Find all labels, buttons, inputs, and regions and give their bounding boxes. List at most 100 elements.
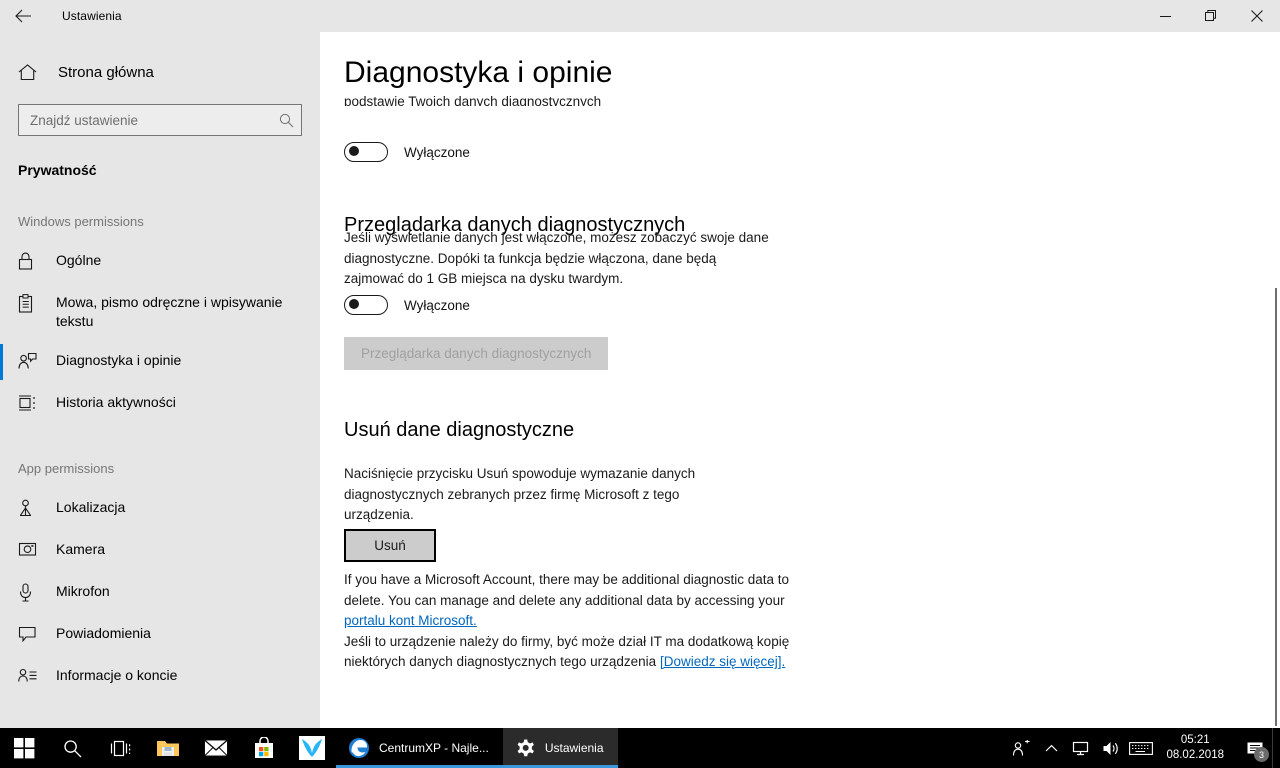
microphone-icon bbox=[18, 582, 42, 602]
account-info-icon bbox=[18, 666, 42, 684]
restore-button[interactable] bbox=[1188, 0, 1234, 32]
taskbar-task-centrumxp[interactable]: CentrumXP - Najle... bbox=[336, 728, 503, 768]
mail-icon bbox=[204, 739, 228, 757]
clipped-setting-description: podstawie Twoich danych diagnostycznych bbox=[344, 94, 602, 106]
window-controls bbox=[1142, 0, 1280, 32]
action-center-button[interactable]: 3 bbox=[1238, 728, 1272, 768]
store-icon bbox=[255, 737, 273, 758]
back-arrow-icon bbox=[14, 9, 31, 23]
sidebar-item-label: Ogólne bbox=[56, 252, 102, 268]
tailored-experiences-toggle[interactable] bbox=[344, 142, 388, 162]
volume-icon bbox=[1103, 741, 1118, 755]
chevron-up-icon bbox=[1045, 744, 1058, 751]
sidebar-group-header-app-permissions: App permissions bbox=[18, 461, 115, 476]
restore-icon bbox=[1205, 10, 1216, 21]
sidebar-item-label: Lokalizacja bbox=[56, 499, 126, 515]
start-button[interactable] bbox=[0, 728, 48, 768]
camera-icon bbox=[18, 540, 42, 557]
clock-time: 05:21 bbox=[1180, 734, 1210, 746]
clipboard-icon bbox=[18, 293, 42, 313]
gear-icon bbox=[517, 739, 534, 756]
learn-more-link[interactable]: [Dowiedz się więcej]. bbox=[660, 654, 785, 669]
network-monitor-icon bbox=[1072, 741, 1089, 755]
vivaldi-icon bbox=[299, 736, 325, 760]
sidebar-item-historia-aktywnosci[interactable]: Historia aktywności bbox=[0, 383, 320, 425]
microsoft-store-button[interactable] bbox=[240, 728, 288, 768]
file-explorer-icon bbox=[157, 741, 179, 756]
close-button[interactable] bbox=[1234, 0, 1280, 32]
sidebar-nav-app-permissions: Lokalizacja Kamera Mikrofon Powiadomieni… bbox=[0, 488, 320, 698]
page-title: Diagnostyka i opinie bbox=[344, 54, 633, 92]
file-explorer-button[interactable] bbox=[144, 728, 192, 768]
minimize-button[interactable] bbox=[1142, 0, 1188, 32]
keyboard-button[interactable] bbox=[1126, 728, 1156, 768]
sidebar-item-label: Powiadomienia bbox=[56, 625, 151, 641]
search-icon bbox=[63, 739, 81, 757]
sidebar-item-mowa-pismo-wpisywanie[interactable]: Mowa, pismo odręczne i wpisywanie tekstu bbox=[0, 283, 320, 341]
network-button[interactable] bbox=[1066, 728, 1096, 768]
volume-button[interactable] bbox=[1096, 728, 1126, 768]
people-button[interactable] bbox=[1006, 728, 1036, 768]
delete-data-description: Naciśnięcie przycisku Usuń spowoduje wym… bbox=[344, 466, 696, 522]
sidebar-nav-windows-permissions: Ogólne Mowa, pismo odręczne i wpisywanie… bbox=[0, 241, 320, 425]
sidebar-item-powiadomienia[interactable]: Powiadomienia bbox=[0, 614, 320, 656]
sidebar-item-home[interactable]: Strona główna bbox=[0, 52, 320, 92]
task-label: Ustawienia bbox=[544, 741, 604, 755]
minimize-icon bbox=[1159, 15, 1171, 17]
toggle-knob bbox=[349, 146, 359, 157]
open-diagnostic-data-viewer-button[interactable]: Przeglądarka danych diagnostycznych bbox=[344, 337, 609, 370]
sidebar-item-diagnostyka-i-opinie[interactable]: Diagnostyka i opinie bbox=[0, 341, 320, 383]
task-view-icon bbox=[110, 740, 130, 756]
data-viewer-button-wrap: Przeglądarka danych diagnostycznych bbox=[344, 337, 609, 370]
sidebar-item-mikrofon[interactable]: Mikrofon bbox=[0, 572, 320, 614]
taskbar: CentrumXP - Najle... Ustawienia 05:21 08… bbox=[0, 728, 1280, 768]
window-title: Ustawienia bbox=[62, 9, 122, 23]
microsoft-account-portal-link[interactable]: portalu kont Microsoft. bbox=[344, 613, 477, 628]
people-icon bbox=[1012, 739, 1030, 756]
taskbar-task-ustawienia[interactable]: Ustawienia bbox=[502, 728, 618, 768]
sidebar-item-label: Mowa, pismo odręczne i wpisywanie tekstu bbox=[56, 294, 283, 329]
toggle-state-label: Wyłączone bbox=[404, 144, 470, 160]
sidebar-category-title: Prywatność bbox=[18, 162, 97, 178]
delete-data-heading: Usuń dane diagnostyczne bbox=[344, 419, 575, 441]
settings-scroll-area: podstawie Twoich danych diagnostycznych … bbox=[320, 32, 1280, 728]
sidebar-home-label: Strona główna bbox=[58, 63, 154, 81]
task-view-button[interactable] bbox=[96, 728, 144, 768]
task-label: CentrumXP - Najle... bbox=[379, 741, 489, 755]
sidebar-item-kamera[interactable]: Kamera bbox=[0, 530, 320, 572]
sidebar-item-label: Kamera bbox=[56, 541, 106, 557]
system-tray: 05:21 08.02.2018 3 bbox=[1006, 728, 1280, 768]
sidebar-item-label: Informacje o koncie bbox=[56, 667, 178, 683]
delete-diagnostic-data-button[interactable]: Usuń bbox=[344, 529, 436, 562]
lock-icon bbox=[18, 251, 42, 270]
title-bar: Ustawienia bbox=[0, 0, 1280, 32]
search-icon[interactable] bbox=[271, 113, 301, 128]
vivaldi-button[interactable] bbox=[288, 728, 336, 768]
keyboard-icon bbox=[1129, 741, 1154, 755]
delete-button-wrap: Usuń bbox=[344, 529, 436, 562]
taskbar-search-button[interactable] bbox=[48, 728, 96, 768]
search-box[interactable] bbox=[18, 104, 302, 136]
settings-window: Ustawienia Strona główna Znajdź ustawien… bbox=[0, 0, 1280, 768]
main-content: podstawie Twoich danych diagnostycznych … bbox=[320, 32, 1280, 728]
feedback-person-icon bbox=[18, 351, 42, 370]
search-input[interactable] bbox=[19, 112, 271, 128]
sidebar-item-lokalizacja[interactable]: Lokalizacja bbox=[0, 488, 320, 530]
clock[interactable]: 05:21 08.02.2018 bbox=[1156, 733, 1238, 763]
sidebar-item-informacje-o-koncie[interactable]: Informacje o koncie bbox=[0, 656, 320, 698]
toggle-knob bbox=[349, 299, 359, 310]
location-pin-icon bbox=[18, 498, 42, 518]
sidebar-group-header-windows-permissions: Windows permissions bbox=[18, 214, 144, 229]
show-hidden-icons-button[interactable] bbox=[1036, 728, 1066, 768]
vertical-scrollbar[interactable] bbox=[1275, 288, 1277, 726]
data-viewer-toggle[interactable] bbox=[344, 295, 388, 315]
data-viewer-toggle-row: Wyłączone bbox=[344, 295, 470, 315]
clock-date: 08.02.2018 bbox=[1166, 749, 1224, 761]
show-desktop-button[interactable] bbox=[1272, 728, 1280, 768]
sidebar-item-ogolne[interactable]: Ogólne bbox=[0, 241, 320, 283]
mail-button[interactable] bbox=[192, 728, 240, 768]
sidebar-item-label: Historia aktywności bbox=[56, 394, 176, 410]
sidebar-item-label: Mikrofon bbox=[56, 583, 110, 599]
start-icon bbox=[13, 737, 34, 758]
back-button[interactable] bbox=[0, 0, 46, 32]
